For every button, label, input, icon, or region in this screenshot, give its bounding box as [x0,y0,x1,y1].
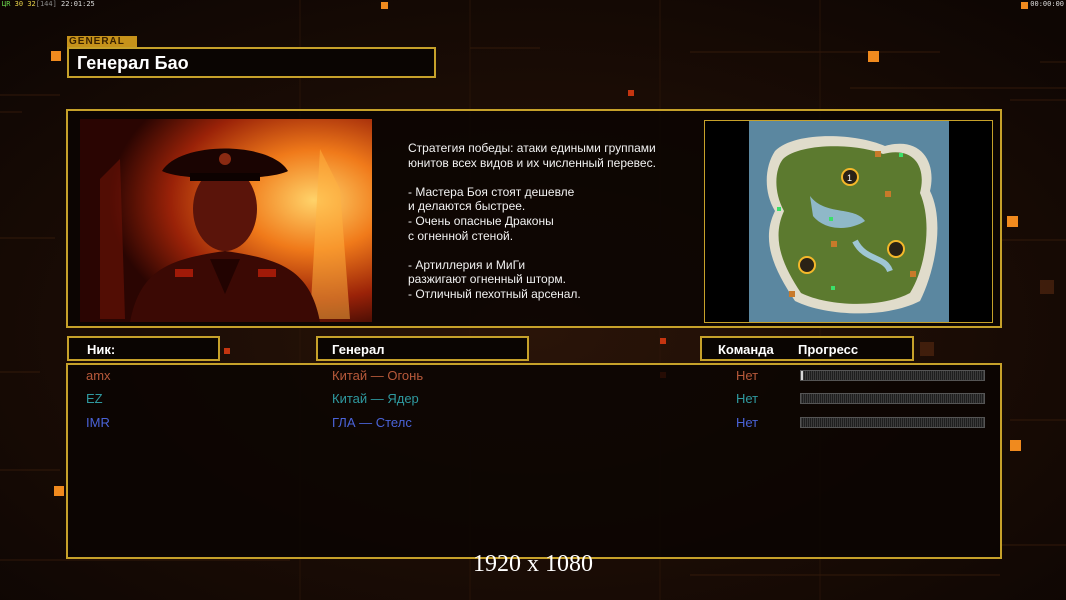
column-header-team-progress: Команда Прогресс [700,336,914,361]
status-bar-left: ЦR 30 32[144] 22:01:25 [2,0,95,8]
player-row[interactable]: amx Китай — Огонь Нет [68,366,1000,386]
player-row[interactable]: IMR ГЛА — Стелс Нет [68,413,1000,433]
player-team: Нет [736,368,759,383]
column-label-progress: Прогресс [798,342,859,357]
map-preview-image: 1 [705,121,992,322]
general-portrait-image [80,119,372,322]
general-title-box: Генерал Бао [67,47,436,78]
players-list: amx Китай — Огонь Нет EZ Китай — Ядер Не… [66,363,1002,559]
column-header-nick: Ник: [67,336,220,361]
general-title: Генерал Бао [77,53,189,73]
player-nick: amx [86,368,111,383]
player-nick: IMR [86,415,110,430]
status-bracket-value: [144] [35,0,57,8]
player-progress-bar [800,393,985,404]
player-progress-bar [800,370,985,381]
player-row[interactable]: EZ Китай — Ядер Нет [68,389,1000,409]
status-flag: ЦR [2,0,11,8]
map-start-marker: 1 [847,173,852,183]
general-tag: GENERAL [67,36,137,47]
player-general: Китай — Огонь [332,368,424,383]
column-label-general: Генерал [332,342,385,357]
status-clock: 22:01:25 [61,0,95,8]
map-preview: 1 [704,120,993,323]
player-progress-bar [800,417,985,428]
resolution-label: 1920 x 1080 [473,551,593,577]
general-portrait [80,119,372,322]
player-nick: EZ [86,391,103,406]
status-fps: 30 [14,0,24,8]
status-bar: ЦR 30 32[144] 22:01:25 00:00:00 [0,0,1066,10]
player-team: Нет [736,415,759,430]
player-team: Нет [736,391,759,406]
status-timer: 00:00:00 [1030,0,1064,8]
player-general: ГЛА — Стелс [332,415,412,430]
column-label-team: Команда [718,342,774,357]
column-label-nick: Ник: [87,342,116,357]
general-description: Стратегия победы: атаки едиными группами… [408,141,656,301]
column-header-general: Генерал [316,336,529,361]
player-general: Китай — Ядер [332,391,419,406]
status-value: 32 [27,0,36,8]
player-progress-fill [801,371,803,380]
general-info-panel: Стратегия победы: атаки едиными группами… [66,109,1002,328]
